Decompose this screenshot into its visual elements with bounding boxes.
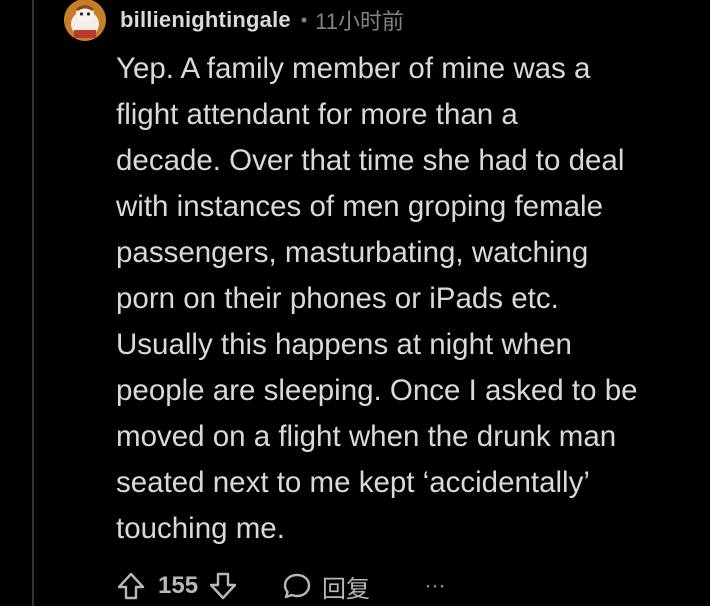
reply-button[interactable]: 回复 [282,569,370,604]
avatar[interactable] [64,0,106,41]
comment: billienightingale • 11小时前 Yep. A family … [0,0,710,606]
timestamp: 11小时前 [315,9,405,34]
avatar-image [64,0,106,41]
vote-count: 155 [158,572,199,599]
meta-separator: • [300,9,308,30]
chat-bubble-icon [283,573,311,599]
comment-body: Yep. A family member of mine was a fligh… [116,52,638,545]
upvote-button[interactable] [116,571,146,601]
arrow-down-icon [209,572,237,600]
reply-label: 回复 [322,575,371,603]
ellipsis-icon[interactable]: ··· [424,572,446,600]
username[interactable]: billienightingale [120,7,291,33]
comment-header: billienightingale • 11小时前 [64,0,405,41]
downvote-button[interactable] [208,571,238,601]
comment-actions: 155 回复 ··· [116,566,446,606]
arrow-up-icon [117,572,145,600]
